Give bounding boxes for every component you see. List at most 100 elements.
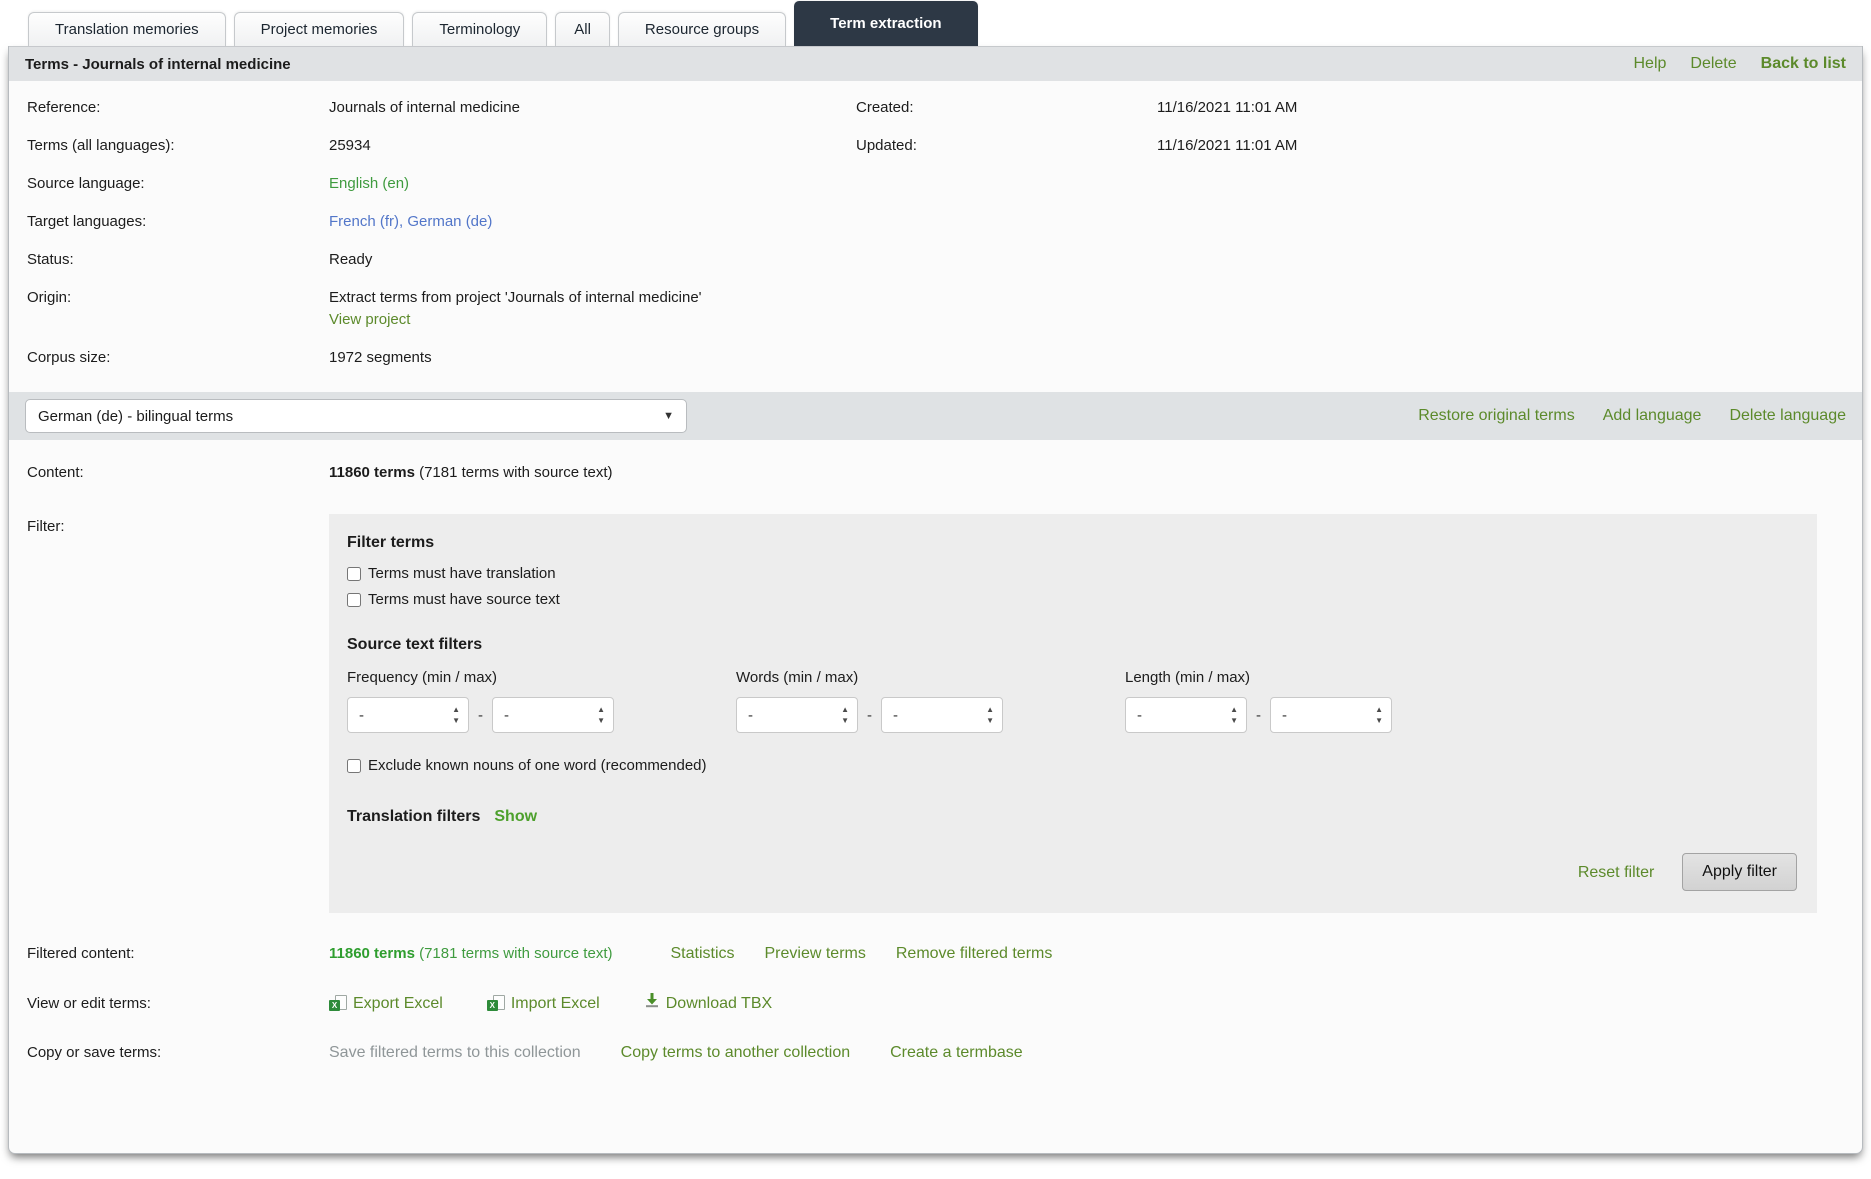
remove-filtered-terms-link[interactable]: Remove filtered terms [896, 943, 1053, 964]
words-min-spinner-arrows[interactable]: ▲▼ [841, 706, 849, 725]
tab-translation-memories[interactable]: Translation memories [28, 12, 226, 46]
show-translation-filters-link[interactable]: Show [494, 806, 537, 827]
status-label: Status: [27, 249, 329, 270]
spinner-down-icon[interactable]: ▼ [597, 717, 605, 725]
tab-project-memories[interactable]: Project memories [234, 12, 405, 46]
filter-terms-title: Filter terms [347, 532, 1797, 553]
page: Translation memories Project memories Te… [0, 0, 1871, 1179]
copy-or-save-links: Save filtered terms to this collection C… [329, 1042, 1023, 1063]
words-max-value: - [893, 705, 898, 726]
length-min-spinner-arrows[interactable]: ▲▼ [1230, 706, 1238, 725]
export-excel-label: Export Excel [353, 993, 443, 1014]
import-excel-link[interactable]: X Import Excel [487, 993, 600, 1014]
frequency-pair: - ▲▼ - - ▲▼ [347, 697, 614, 733]
terms-must-have-translation-label: Terms must have translation [368, 563, 556, 584]
reset-filter-link[interactable]: Reset filter [1578, 862, 1654, 883]
terms-must-have-source-text-row[interactable]: Terms must have source text [347, 589, 1797, 610]
language-bar: German (de) - bilingual terms ▼ Restore … [9, 392, 1862, 440]
frequency-max-input[interactable]: - ▲▼ [492, 697, 614, 733]
content-value: 11860 terms (7181 terms with source text… [329, 462, 612, 483]
delete-language-link[interactable]: Delete language [1729, 407, 1846, 425]
corpus-value: 1972 segments [329, 347, 856, 368]
frequency-max-spinner-arrows[interactable]: ▲▼ [597, 706, 605, 725]
filtered-content-label: Filtered content: [27, 943, 329, 964]
info-section: Reference: Journals of internal medicine… [9, 81, 1862, 392]
origin-value: Extract terms from project 'Journals of … [329, 287, 789, 330]
words-group: Words (min / max) - ▲▼ - - ▲▼ [736, 667, 1003, 733]
spinner-up-icon[interactable]: ▲ [1230, 706, 1238, 714]
terms-must-have-translation-row[interactable]: Terms must have translation [347, 563, 1797, 584]
preview-terms-link[interactable]: Preview terms [765, 943, 866, 964]
help-link[interactable]: Help [1633, 55, 1666, 73]
download-tbx-link[interactable]: Download TBX [644, 992, 772, 1014]
spinner-up-icon[interactable]: ▲ [986, 706, 994, 714]
spinner-up-icon[interactable]: ▲ [597, 706, 605, 714]
target-languages-label: Target languages: [27, 211, 329, 232]
add-language-link[interactable]: Add language [1603, 407, 1702, 425]
view-project-link[interactable]: View project [329, 309, 789, 330]
spinner-up-icon[interactable]: ▲ [841, 706, 849, 714]
target-languages-links[interactable]: French (fr), German (de) [329, 211, 856, 232]
frequency-min-input[interactable]: - ▲▼ [347, 697, 469, 733]
filtered-content-values: 11860 terms (7181 terms with source text… [329, 943, 1052, 964]
tab-all[interactable]: All [555, 12, 610, 46]
spinner-down-icon[interactable]: ▼ [452, 717, 460, 725]
spinner-up-icon[interactable]: ▲ [1375, 706, 1383, 714]
spinner-groups: Frequency (min / max) - ▲▼ - - ▲▼ [347, 667, 1797, 733]
delete-link[interactable]: Delete [1690, 55, 1736, 73]
length-max-spinner-arrows[interactable]: ▲▼ [1375, 706, 1383, 725]
length-max-value: - [1282, 705, 1287, 726]
words-max-input[interactable]: - ▲▼ [881, 697, 1003, 733]
origin-text: Extract terms from project 'Journals of … [329, 289, 702, 306]
words-max-spinner-arrows[interactable]: ▲▼ [986, 706, 994, 725]
spinner-down-icon[interactable]: ▼ [1375, 717, 1383, 725]
words-pair: - ▲▼ - - ▲▼ [736, 697, 1003, 733]
source-language-link[interactable]: English (en) [329, 173, 856, 194]
words-min-input[interactable]: - ▲▼ [736, 697, 858, 733]
view-or-edit-terms-row: View or edit terms: X Export Excel X Imp… [9, 992, 1862, 1014]
back-to-list-link[interactable]: Back to list [1761, 55, 1846, 73]
terms-must-have-source-text-checkbox[interactable] [347, 593, 361, 607]
tab-terminology[interactable]: Terminology [412, 12, 547, 46]
download-tbx-label: Download TBX [666, 993, 772, 1014]
length-max-input[interactable]: - ▲▼ [1270, 697, 1392, 733]
exclude-known-nouns-label: Exclude known nouns of one word (recomme… [368, 755, 707, 776]
spinner-down-icon[interactable]: ▼ [1230, 717, 1238, 725]
length-min-input[interactable]: - ▲▼ [1125, 697, 1247, 733]
frequency-min-spinner-arrows[interactable]: ▲▼ [452, 706, 460, 725]
language-select[interactable]: German (de) - bilingual terms ▼ [25, 399, 687, 433]
corpus-row: Corpus size: 1972 segments [27, 347, 1817, 368]
tab-resource-groups[interactable]: Resource groups [618, 12, 786, 46]
tab-term-extraction[interactable]: Term extraction [794, 1, 977, 46]
filtered-terms-count: 11860 terms [329, 945, 415, 962]
exclude-known-nouns-row[interactable]: Exclude known nouns of one word (recomme… [347, 755, 1797, 776]
save-filtered-terms-disabled-link: Save filtered terms to this collection [329, 1042, 581, 1063]
copy-terms-to-another-collection-link[interactable]: Copy terms to another collection [621, 1042, 850, 1063]
create-a-termbase-link[interactable]: Create a termbase [890, 1042, 1023, 1063]
content-terms-detail: (7181 terms with source text) [419, 464, 612, 481]
restore-original-terms-link[interactable]: Restore original terms [1418, 407, 1575, 425]
export-excel-link[interactable]: X Export Excel [329, 993, 443, 1014]
origin-row: Origin: Extract terms from project 'Jour… [27, 287, 1817, 330]
target-languages-row: Target languages: French (fr), German (d… [27, 211, 1817, 232]
filtered-content-row: Filtered content: 11860 terms (7181 term… [9, 943, 1862, 964]
spinner-up-icon[interactable]: ▲ [452, 706, 460, 714]
words-min-value: - [748, 705, 753, 726]
chevron-down-icon: ▼ [663, 410, 674, 422]
spinner-down-icon[interactable]: ▼ [841, 717, 849, 725]
reference-row: Reference: Journals of internal medicine… [27, 97, 1817, 118]
exclude-known-nouns-checkbox[interactable] [347, 759, 361, 773]
excel-file-icon: X [329, 995, 347, 1012]
terms-must-have-translation-checkbox[interactable] [347, 567, 361, 581]
content-label: Content: [27, 462, 329, 483]
words-group-label: Words (min / max) [736, 667, 1003, 688]
range-separator: - [867, 705, 872, 726]
spinner-down-icon[interactable]: ▼ [986, 717, 994, 725]
statistics-link[interactable]: Statistics [670, 943, 734, 964]
apply-filter-button[interactable]: Apply filter [1682, 853, 1797, 891]
translation-filters-row: Translation filters Show [347, 806, 1797, 827]
language-select-value: German (de) - bilingual terms [38, 408, 233, 425]
filtered-terms-summary: 11860 terms (7181 terms with source text… [329, 943, 612, 964]
content-terms-count: 11860 terms [329, 464, 415, 481]
tab-bar: Translation memories Project memories Te… [0, 0, 1871, 46]
